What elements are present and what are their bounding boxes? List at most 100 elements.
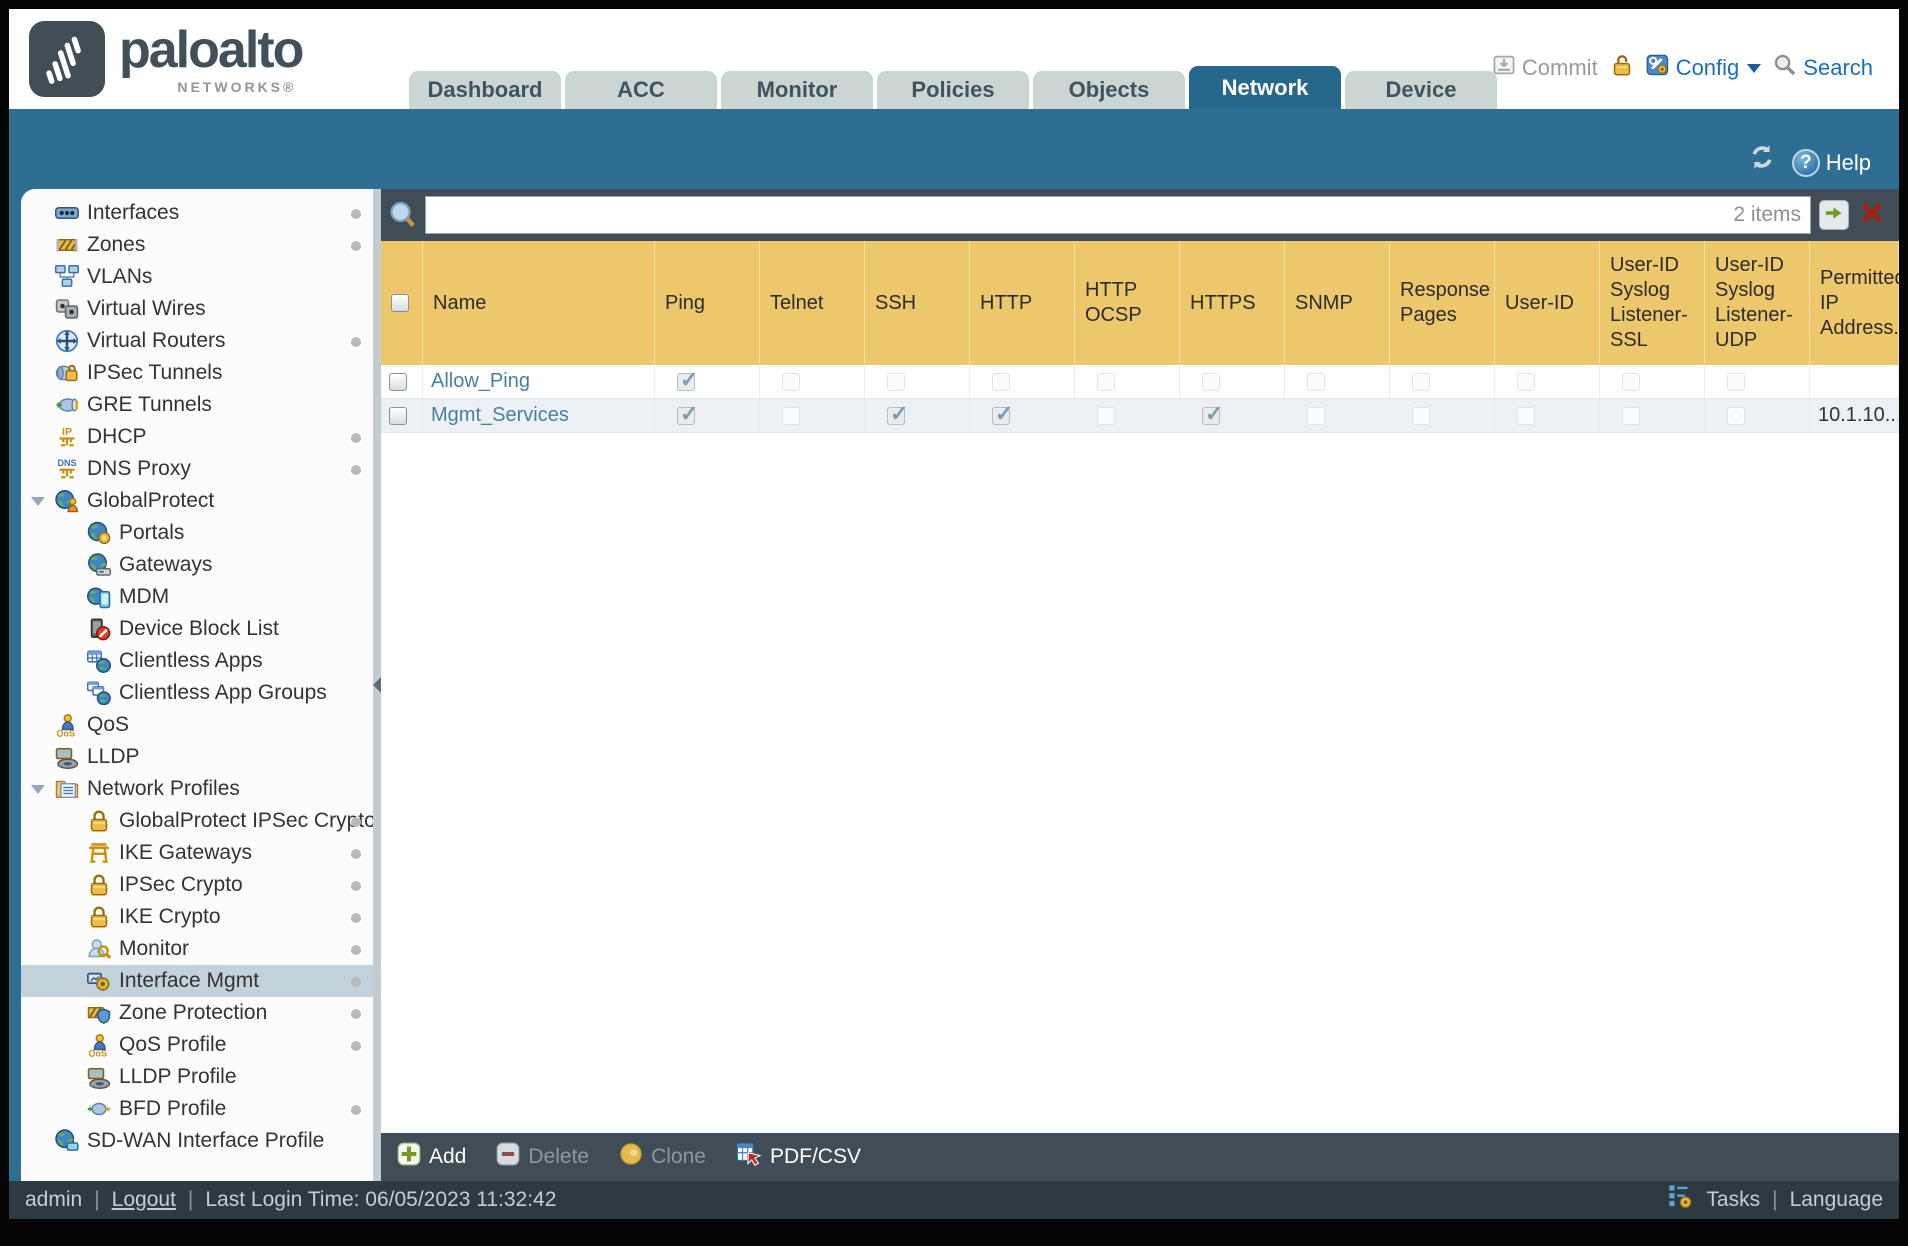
clone-icon: [619, 1142, 643, 1172]
sidebar-item-qos-profile[interactable]: QoS QoS Profile: [21, 1029, 373, 1061]
sidebar-item-device-block-list[interactable]: Device Block List: [21, 613, 373, 645]
sidebar-item-ipsec-crypto[interactable]: IPSec Crypto: [21, 869, 373, 901]
sidebar-item-globalprotect[interactable]: GlobalProtect: [21, 485, 373, 517]
filter-input[interactable]: [425, 196, 1811, 234]
commit-button[interactable]: Commit: [1492, 53, 1598, 83]
sidebar-item-vlans[interactable]: VLANs: [21, 261, 373, 293]
column-header-snmp[interactable]: SNMP: [1285, 241, 1390, 365]
row-select-checkbox[interactable]: [389, 372, 407, 391]
tab-policies[interactable]: Policies: [877, 71, 1029, 109]
column-header-response-pages[interactable]: Response Pages: [1390, 241, 1495, 365]
unchecked-checkbox-icon: [1097, 406, 1115, 425]
lock-icon: [87, 809, 111, 833]
delete-button[interactable]: Delete: [496, 1142, 589, 1172]
tab-device[interactable]: Device: [1345, 71, 1497, 109]
collapse-sidebar-icon: [373, 677, 381, 693]
sidebar-item-zones[interactable]: Zones: [21, 229, 373, 261]
sidebar-item-dns-proxy[interactable]: DNS DNS Proxy: [21, 453, 373, 485]
unchecked-checkbox-icon: [1727, 406, 1745, 425]
sidebar-item-mdm[interactable]: MDM: [21, 581, 373, 613]
column-header-https[interactable]: HTTPS: [1180, 241, 1285, 365]
sidebar-item-zone-protection[interactable]: Zone Protection: [21, 997, 373, 1029]
column-header-http[interactable]: HTTP: [970, 241, 1075, 365]
select-all-checkbox[interactable]: [391, 294, 409, 312]
sidebar-item-label: MDM: [119, 585, 170, 608]
tab-objects[interactable]: Objects: [1033, 71, 1185, 109]
unchecked-checkbox-icon: [887, 372, 905, 391]
sidebar-item-clientless-apps[interactable]: Clientless Apps: [21, 645, 373, 677]
clone-button[interactable]: Clone: [619, 1142, 706, 1172]
add-button[interactable]: Add: [397, 1142, 466, 1172]
sidebar-item-globalprotect-ipsec-crypto[interactable]: GlobalProtect IPSec Crypto: [21, 805, 373, 837]
apply-filter-button[interactable]: [1819, 200, 1849, 230]
tab-monitor[interactable]: Monitor: [721, 71, 873, 109]
sidebar-item-lldp-profile[interactable]: LLDP Profile: [21, 1061, 373, 1093]
tab-acc[interactable]: ACC: [565, 71, 717, 109]
column-header-http-ocsp[interactable]: HTTP OCSP: [1075, 241, 1180, 365]
green-arrow-icon: [1824, 203, 1844, 228]
help-button[interactable]: ? Help: [1791, 149, 1871, 177]
sidebar-item-virtual-routers[interactable]: Virtual Routers: [21, 325, 373, 357]
sidebar-item-clientless-app-groups[interactable]: Clientless App Groups: [21, 677, 373, 709]
sidebar-item-label: Zone Protection: [119, 1001, 268, 1024]
sidebar-splitter[interactable]: [373, 189, 381, 1181]
global-search-button[interactable]: Search: [1773, 53, 1873, 83]
expand-triangle-icon[interactable]: [31, 785, 45, 794]
sidebar-item-ipsec-tunnels[interactable]: IPSec Tunnels: [21, 357, 373, 389]
column-header-ping[interactable]: Ping: [655, 241, 760, 365]
column-header-user-id[interactable]: User-ID: [1495, 241, 1600, 365]
refresh-button[interactable]: [1748, 143, 1776, 177]
row-select-checkbox[interactable]: [389, 406, 407, 425]
sidebar-item-label: Clientless Apps: [119, 649, 263, 672]
sidebar-item-interfaces[interactable]: Interfaces: [21, 197, 373, 229]
sidebar-item-bfd-profile[interactable]: BFD Profile: [21, 1093, 373, 1125]
lock-status-icon[interactable]: [1610, 53, 1634, 83]
tab-dashboard[interactable]: Dashboard: [409, 71, 561, 109]
name-cell: Allow_Ping: [423, 365, 655, 398]
sidebar-item-monitor[interactable]: Monitor: [21, 933, 373, 965]
sidebar-item-gateways[interactable]: Gateways: [21, 549, 373, 581]
sidebar-item-ike-crypto[interactable]: IKE Crypto: [21, 901, 373, 933]
check-cell-user-id-syslog-listener-ssl: [1600, 365, 1705, 398]
sidebar-item-gre-tunnels[interactable]: GRE Tunnels: [21, 389, 373, 421]
unchecked-checkbox-icon: [782, 372, 800, 391]
paloalto-logo: paloalto NETWORKS®: [29, 21, 304, 102]
expand-triangle-icon[interactable]: [31, 497, 45, 506]
config-menu-button[interactable]: Config: [1646, 53, 1762, 83]
sidebar-item-label: Network Profiles: [87, 777, 240, 800]
profile-name-link[interactable]: Mgmt_Services: [431, 404, 569, 427]
sidebar-item-qos[interactable]: QoS QoS: [21, 709, 373, 741]
sidebar-item-network-profiles[interactable]: Network Profiles: [21, 773, 373, 805]
check-cell-user-id-syslog-listener-udp: [1705, 365, 1810, 398]
column-header-telnet[interactable]: Telnet: [760, 241, 865, 365]
status-dot: [351, 849, 361, 859]
virtual-wires-icon: [55, 297, 79, 321]
interface-mgmt-table: Name Ping Telnet SSH HTTP HTTP OCSP HTTPS SNMP R…: [381, 241, 1899, 1133]
sidebar-item-lldp[interactable]: LLDP: [21, 741, 373, 773]
sidebar-item-virtual-wires[interactable]: Virtual Wires: [21, 293, 373, 325]
column-header-user-id-syslog-listener-udp[interactable]: User-ID Syslog Listener-UDP: [1705, 241, 1810, 365]
tasks-link[interactable]: Tasks: [1706, 1188, 1760, 1212]
pdf-csv-button[interactable]: PDF/CSV: [736, 1141, 861, 1173]
table-row-allow-ping: Allow_Ping: [381, 365, 1899, 399]
search-icon: [1773, 53, 1797, 83]
ike-gateways-icon: [87, 841, 111, 865]
profile-name-link[interactable]: Allow_Ping: [431, 370, 530, 393]
sidebar-item-interface-mgmt[interactable]: Interface Mgmt: [21, 965, 373, 997]
sidebar-item-label: BFD Profile: [119, 1097, 227, 1120]
logout-link[interactable]: Logout: [112, 1188, 176, 1212]
sidebar-item-portals[interactable]: Portals: [21, 517, 373, 549]
clear-filter-button[interactable]: [1857, 200, 1887, 230]
column-header-user-id-syslog-listener-ssl[interactable]: User-ID Syslog Listener-SSL: [1600, 241, 1705, 365]
checked-checkbox-icon: [887, 401, 908, 427]
column-header-permitted-ip-address[interactable]: Permitted IP Address...: [1810, 241, 1899, 365]
sidebar-item-label: IKE Crypto: [119, 905, 221, 928]
column-header-name[interactable]: Name: [423, 241, 655, 365]
sidebar-item-ike-gateways[interactable]: IKE Gateways: [21, 837, 373, 869]
language-link[interactable]: Language: [1790, 1188, 1883, 1212]
sidebar-item-dhcp[interactable]: IP DHCP: [21, 421, 373, 453]
table-row-mgmt-services: Mgmt_Services 10.1.10...: [381, 399, 1899, 433]
column-header-ssh[interactable]: SSH: [865, 241, 970, 365]
sidebar-item-sd-wan-interface-profile[interactable]: SD-WAN Interface Profile: [21, 1125, 373, 1157]
tab-network[interactable]: Network: [1189, 66, 1341, 109]
